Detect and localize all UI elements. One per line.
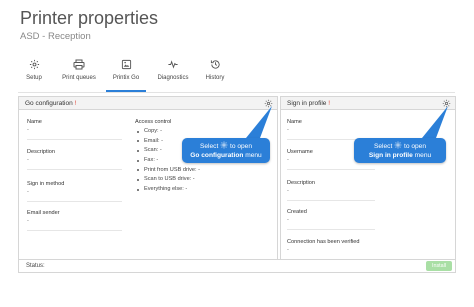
go-configuration-title: Go configuration: [25, 100, 73, 107]
access-control-item: Everything else: -: [137, 186, 200, 196]
sign-in-profile-title: Sign in profile: [287, 100, 327, 107]
profile-field-name: Name -: [287, 119, 375, 140]
tab-diagnostics-label: Diagnostics: [157, 75, 189, 81]
tab-printix-go[interactable]: Printix Go: [106, 58, 146, 92]
tab-diagnostics[interactable]: Diagnostics: [153, 58, 193, 92]
image-icon: [106, 59, 146, 71]
printer-icon: [56, 59, 102, 71]
tab-print-queues[interactable]: Print queues: [56, 58, 102, 92]
go-field-email-sender: Email sender -: [27, 210, 122, 231]
gear-icon: [394, 141, 402, 149]
profile-field-description: Description -: [287, 180, 375, 201]
tab-setup[interactable]: Setup: [18, 58, 50, 92]
access-control-item: Print from USB drive: -: [137, 167, 200, 177]
profile-field-created: Created -: [287, 209, 375, 230]
install-button[interactable]: Install: [426, 261, 452, 271]
tab-history[interactable]: History: [201, 58, 229, 92]
page-subtitle: ASD - Reception: [20, 31, 91, 42]
tab-print-queues-label: Print queues: [62, 75, 96, 81]
go-field-name: Name -: [27, 119, 122, 140]
required-mark: !: [74, 100, 77, 107]
callout-sign-in-profile: Select to open Sign in profile menu: [354, 138, 446, 163]
gear-icon: [220, 141, 228, 149]
gear-icon: [18, 59, 50, 71]
pulse-icon: [153, 59, 193, 71]
access-control-title: Access control: [135, 119, 172, 125]
status-bar: Status: Install: [18, 259, 456, 273]
tab-printix-go-label: Printix Go: [112, 75, 140, 81]
access-control-item: Scan to USB drive: -: [137, 176, 200, 186]
history-icon: [201, 59, 229, 71]
profile-field-connection-verified: Connection has been verified -: [287, 239, 360, 253]
tab-history-label: History: [205, 75, 225, 81]
go-field-description: Description -: [27, 149, 122, 170]
callout-pointer-left: [246, 106, 272, 138]
status-label: Status:: [26, 263, 45, 269]
go-field-sign-in-method: Sign in method -: [27, 181, 122, 202]
page-title: Printer properties: [20, 8, 159, 28]
callout-go-configuration: Select to open Go configuration menu: [182, 138, 270, 163]
tab-divider: [18, 92, 455, 93]
access-control-item: Copy: -: [137, 128, 200, 138]
required-mark: !: [328, 100, 331, 107]
tab-setup-label: Setup: [26, 75, 42, 81]
callout-pointer-right: [422, 106, 448, 138]
